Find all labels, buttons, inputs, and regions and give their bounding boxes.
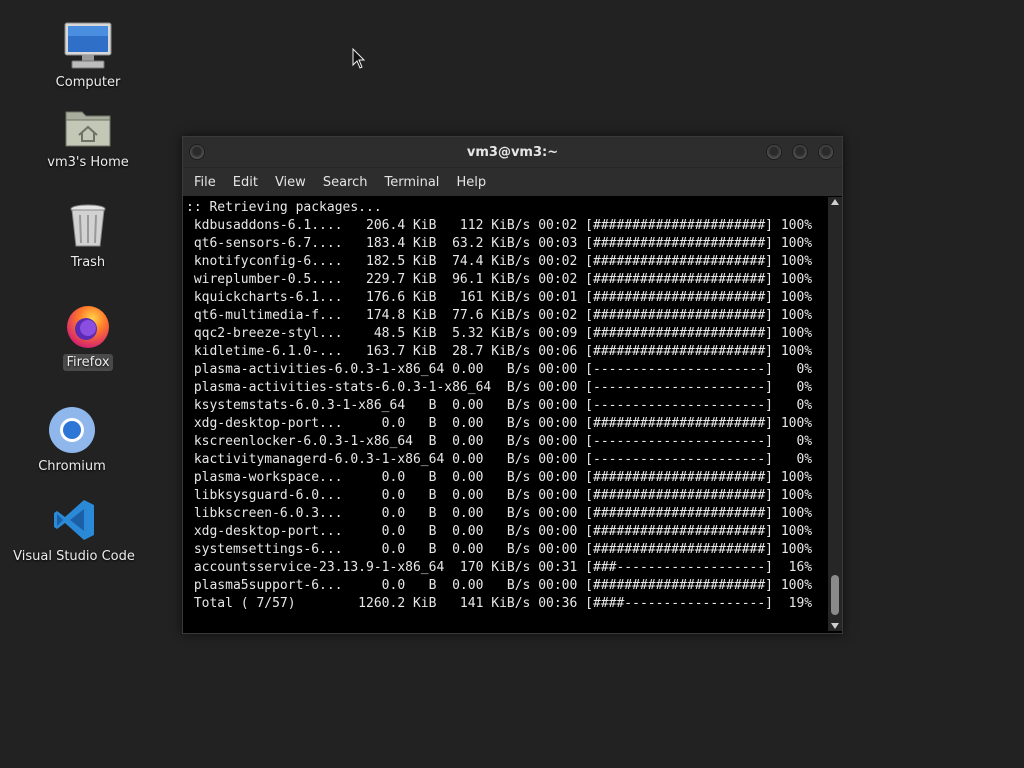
terminal-line: plasma-activities-stats-6.0.3-1-x86_64 B… [186,380,813,395]
vscode-icon [48,494,100,546]
terminal-line: kactivitymanagerd-6.0.3-1-x86_64 0.00 B/… [186,452,813,467]
menu-edit[interactable]: Edit [226,175,265,190]
desktop-icon-vscode[interactable]: Visual Studio Code [13,494,135,565]
mouse-cursor-icon [352,47,366,74]
terminal-line: :: Retrieving packages... [186,200,382,215]
terminal-line: kdbusaddons-6.1.... 206.4 KiB 112 KiB/s … [186,218,813,233]
desktop-icon-label: Visual Studio Code [13,549,135,564]
terminal-line: xdg-desktop-port... 0.0 B 0.00 B/s 00:00… [186,416,813,431]
desktop-icon-trash[interactable]: Trash [33,200,143,271]
menu-view[interactable]: View [268,175,313,190]
terminal-line: libksysguard-6.0... 0.0 B 0.00 B/s 00:00… [186,488,813,503]
terminal-line: plasma-activities-6.0.3-1-x86_64 0.00 B/… [186,362,813,377]
menu-help[interactable]: Help [449,175,493,190]
terminal-line: xdg-desktop-port... 0.0 B 0.00 B/s 00:00… [186,524,813,539]
terminal-scrollbar[interactable] [828,197,842,631]
terminal-line: wireplumber-0.5.... 229.7 KiB 96.1 KiB/s… [186,272,813,287]
scroll-up-arrow-icon[interactable] [831,199,839,205]
terminal-line: kidletime-6.1.0-... 163.7 KiB 28.7 KiB/s… [186,344,813,359]
desktop-icon-home[interactable]: vm3's Home [33,100,143,171]
desktop-icon-label: Firefox [63,354,113,371]
menu-file[interactable]: File [187,175,223,190]
trash-icon [62,200,114,252]
computer-icon [62,20,114,72]
scrollbar-thumb[interactable] [831,575,839,615]
desktop-icon-chromium[interactable]: Chromium [17,404,127,475]
menu-search[interactable]: Search [316,175,375,190]
scroll-down-arrow-icon[interactable] [831,623,839,629]
terminal-line: plasma5support-6... 0.0 B 0.00 B/s 00:00… [186,578,813,593]
terminal-text: :: Retrieving packages... kdbusaddons-6.… [183,197,826,613]
minimize-button[interactable] [766,144,782,160]
maximize-button[interactable] [792,144,808,160]
terminal-line: knotifyconfig-6.... 182.5 KiB 74.4 KiB/s… [186,254,813,269]
menubar: File Edit View Search Terminal Help [183,168,842,196]
desktop-icon-label: vm3's Home [47,155,129,170]
desktop-icon-label: Chromium [38,459,106,474]
chromium-icon [46,404,98,456]
terminal-window[interactable]: vm3@vm3:~ File Edit View Search Terminal… [182,136,843,634]
terminal-line: Total ( 7/57) 1260.2 KiB 141 KiB/s 00:36… [186,596,813,611]
terminal-line: qqc2-breeze-styl... 48.5 KiB 5.32 KiB/s … [186,326,813,341]
desktop-icon-computer[interactable]: Computer [33,20,143,91]
terminal-line: qt6-multimedia-f... 174.8 KiB 77.6 KiB/s… [186,308,813,323]
window-titlebar[interactable]: vm3@vm3:~ [183,137,842,168]
desktop: Computer vm3's Home Trash Firefox Chromi… [0,0,1024,768]
terminal-line: kscreenlocker-6.0.3-1-x86_64 B 0.00 B/s … [186,434,813,449]
desktop-icon-firefox[interactable]: Firefox [33,300,143,371]
terminal-output[interactable]: :: Retrieving packages... kdbusaddons-6.… [183,197,826,631]
menu-terminal[interactable]: Terminal [377,175,446,190]
terminal-line: kquickcharts-6.1... 176.6 KiB 161 KiB/s … [186,290,813,305]
close-button[interactable] [818,144,834,160]
home-folder-icon [62,100,114,152]
terminal-line: ksystemstats-6.0.3-1-x86_64 B 0.00 B/s 0… [186,398,813,413]
firefox-icon [62,300,114,352]
window-menu-button[interactable] [189,144,205,160]
terminal-line: systemsettings-6... 0.0 B 0.00 B/s 00:00… [186,542,813,557]
desktop-icon-label: Computer [55,75,121,90]
desktop-icon-label: Trash [70,255,106,270]
terminal-line: accountsservice-23.13.9-1-x86_64 170 KiB… [186,560,813,575]
window-title: vm3@vm3:~ [466,144,559,160]
terminal-line: libkscreen-6.0.3... 0.0 B 0.00 B/s 00:00… [186,506,813,521]
terminal-line: qt6-sensors-6.7.... 183.4 KiB 63.2 KiB/s… [186,236,813,251]
terminal-line: plasma-workspace... 0.0 B 0.00 B/s 00:00… [186,470,813,485]
